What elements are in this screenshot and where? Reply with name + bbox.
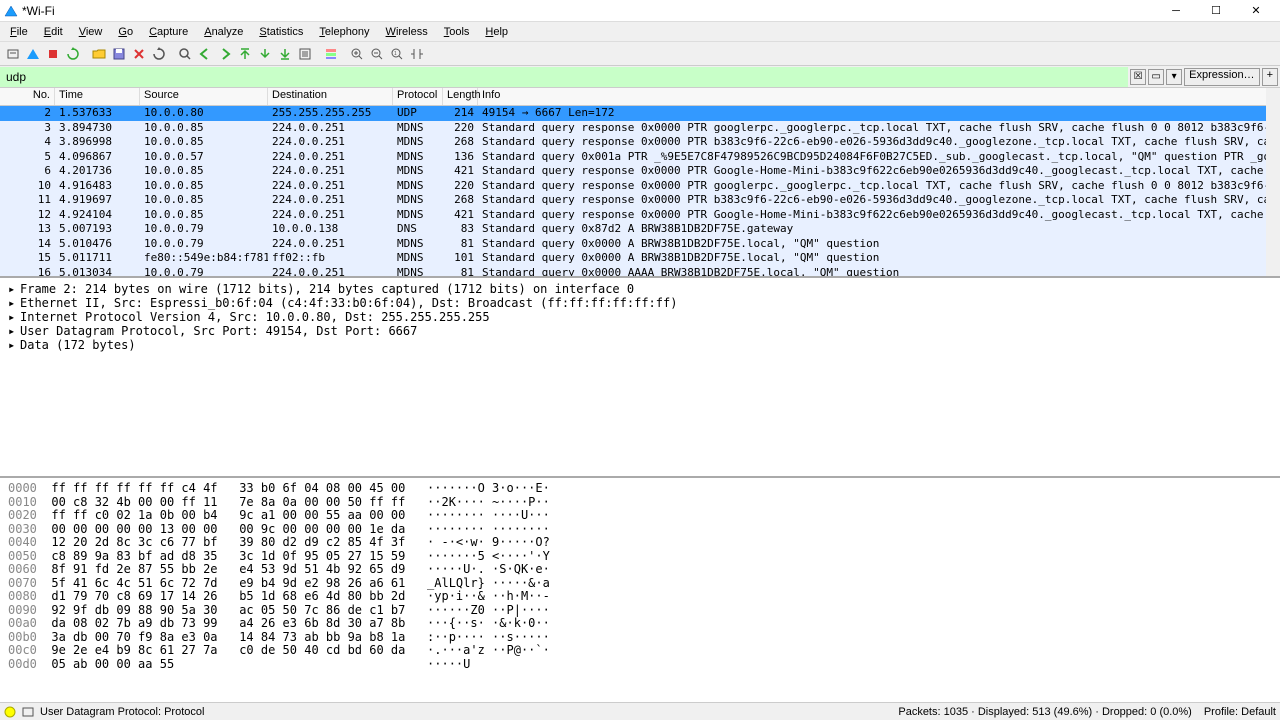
start-capture-icon[interactable]	[24, 45, 42, 63]
menu-capture[interactable]: Capture	[141, 24, 196, 40]
packet-list-header[interactable]: No. Time Source Destination Protocol Len…	[0, 88, 1280, 106]
packet-details-pane[interactable]: ▸Frame 2: 214 bytes on wire (1712 bits),…	[0, 278, 1280, 478]
hex-line[interactable]: 0040 12 20 2d 8c 3c c6 77 bf 39 80 d2 d9…	[8, 536, 1272, 550]
column-time[interactable]: Time	[55, 88, 140, 105]
detail-tree-item[interactable]: ▸Internet Protocol Version 4, Src: 10.0.…	[8, 310, 1272, 324]
detail-tree-item[interactable]: ▸Ethernet II, Src: Espressi_b0:6f:04 (c4…	[8, 296, 1272, 310]
packet-list-pane: No. Time Source Destination Protocol Len…	[0, 88, 1280, 278]
menu-file[interactable]: File	[2, 24, 36, 40]
column-source[interactable]: Source	[140, 88, 268, 105]
menu-wireless[interactable]: Wireless	[378, 24, 436, 40]
packet-row[interactable]: 124.92410410.0.0.85224.0.0.251MDNS421Sta…	[0, 208, 1280, 223]
expert-info-icon[interactable]	[4, 706, 16, 718]
menu-analyze[interactable]: Analyze	[196, 24, 251, 40]
filter-dropdown-icon[interactable]: ▾	[1166, 69, 1182, 85]
hex-line[interactable]: 00d0 05 ab 00 00 aa 55 ·····U	[8, 658, 1272, 672]
close-file-icon[interactable]	[130, 45, 148, 63]
packet-row[interactable]: 33.89473010.0.0.85224.0.0.251MDNS220Stan…	[0, 121, 1280, 136]
close-button[interactable]: ✕	[1236, 1, 1276, 21]
packet-row[interactable]: 21.53763310.0.0.80255.255.255.255UDP2144…	[0, 106, 1280, 121]
packet-list-scrollbar[interactable]	[1266, 88, 1280, 276]
zoom-in-icon[interactable]	[348, 45, 366, 63]
reload-icon[interactable]	[150, 45, 168, 63]
auto-scroll-icon[interactable]	[296, 45, 314, 63]
minimize-button[interactable]: ─	[1156, 1, 1196, 21]
packet-row[interactable]: 64.20173610.0.0.85224.0.0.251MDNS421Stan…	[0, 164, 1280, 179]
packet-row[interactable]: 114.91969710.0.0.85224.0.0.251MDNS268Sta…	[0, 193, 1280, 208]
menu-go[interactable]: Go	[110, 24, 141, 40]
open-file-icon[interactable]	[90, 45, 108, 63]
column-info[interactable]: Info	[478, 88, 1280, 105]
hex-line[interactable]: 0070 5f 41 6c 4c 51 6c 72 7d e9 b4 9d e2…	[8, 577, 1272, 591]
packet-row[interactable]: 145.01047610.0.0.79224.0.0.251MDNS81Stan…	[0, 237, 1280, 252]
menu-telephony[interactable]: Telephony	[311, 24, 377, 40]
display-filter-input[interactable]	[0, 67, 1128, 87]
status-profile[interactable]: Profile: Default	[1204, 706, 1276, 718]
maximize-button[interactable]: ☐	[1196, 1, 1236, 21]
packet-bytes-pane[interactable]: 0000 ff ff ff ff ff ff c4 4f 33 b0 6f 04…	[0, 478, 1280, 675]
hex-line[interactable]: 0090 92 9f db 09 88 90 5a 30 ac 05 50 7c…	[8, 604, 1272, 618]
prev-icon[interactable]	[196, 45, 214, 63]
packet-row[interactable]: 135.00719310.0.0.7910.0.0.138DNS83Standa…	[0, 222, 1280, 237]
status-text: User Datagram Protocol: Protocol	[40, 706, 204, 718]
next-icon[interactable]	[216, 45, 234, 63]
window-title: *Wi-Fi	[22, 4, 1156, 18]
toolbar: 1	[0, 42, 1280, 66]
status-packets: Packets: 1035 · Displayed: 513 (49.6%) ·…	[898, 706, 1191, 718]
capture-file-icon[interactable]	[22, 706, 34, 718]
hex-line[interactable]: 0050 c8 89 9a 83 bf ad d8 35 3c 1d 0f 95…	[8, 550, 1272, 564]
detail-tree-item[interactable]: ▸Data (172 bytes)	[8, 338, 1272, 352]
stop-capture-icon[interactable]	[44, 45, 62, 63]
hex-line[interactable]: 0030 00 00 00 00 00 13 00 00 00 9c 00 00…	[8, 523, 1272, 537]
expression-button[interactable]: Expression…	[1184, 68, 1259, 86]
hex-line[interactable]: 0020 ff ff c0 02 1a 0b 00 b4 9c a1 00 00…	[8, 509, 1272, 523]
hex-line[interactable]: 00a0 da 08 02 7b a9 db 73 99 a4 26 e3 6b…	[8, 617, 1272, 631]
hex-line[interactable]: 0010 00 c8 32 4b 00 00 ff 11 7e 8a 0a 00…	[8, 496, 1272, 510]
menu-tools[interactable]: Tools	[436, 24, 478, 40]
app-icon	[4, 4, 18, 18]
menu-statistics[interactable]: Statistics	[251, 24, 311, 40]
column-protocol[interactable]: Protocol	[393, 88, 443, 105]
jump-last-icon[interactable]	[276, 45, 294, 63]
hex-line[interactable]: 0080 d1 79 70 c8 69 17 14 26 b5 1d 68 e6…	[8, 590, 1272, 604]
column-destination[interactable]: Destination	[268, 88, 393, 105]
restart-capture-icon[interactable]	[64, 45, 82, 63]
zoom-reset-icon[interactable]: 1	[388, 45, 406, 63]
packet-row[interactable]: 43.89699810.0.0.85224.0.0.251MDNS268Stan…	[0, 135, 1280, 150]
menu-edit[interactable]: Edit	[36, 24, 71, 40]
save-file-icon[interactable]	[110, 45, 128, 63]
zoom-out-icon[interactable]	[368, 45, 386, 63]
packet-row[interactable]: 104.91648310.0.0.85224.0.0.251MDNS220Sta…	[0, 179, 1280, 194]
interfaces-icon[interactable]	[4, 45, 22, 63]
jump-first-icon[interactable]	[236, 45, 254, 63]
find-icon[interactable]	[176, 45, 194, 63]
menu-view[interactable]: View	[71, 24, 111, 40]
menu-help[interactable]: Help	[477, 24, 516, 40]
packet-row[interactable]: 155.011711fe80::549e:b84:f781…ff02::fbMD…	[0, 251, 1280, 266]
menubar: FileEditViewGoCaptureAnalyzeStatisticsTe…	[0, 22, 1280, 42]
filter-clear-button[interactable]: ☒	[1130, 69, 1146, 85]
hex-line[interactable]: 00b0 3a db 00 70 f9 8a e3 0a 14 84 73 ab…	[8, 631, 1272, 645]
jump-to-icon[interactable]	[256, 45, 274, 63]
column-no[interactable]: No.	[0, 88, 55, 105]
detail-tree-item[interactable]: ▸User Datagram Protocol, Src Port: 49154…	[8, 324, 1272, 338]
filter-apply-button[interactable]: ▭	[1148, 69, 1164, 85]
statusbar: User Datagram Protocol: Protocol Packets…	[0, 702, 1280, 720]
filter-bar: ☒ ▭ ▾ Expression… +	[0, 66, 1280, 88]
packet-row[interactable]: 165.01303410.0.0.79224.0.0.251MDNS81Stan…	[0, 266, 1280, 279]
resize-columns-icon[interactable]	[408, 45, 426, 63]
add-filter-button[interactable]: +	[1262, 68, 1278, 86]
hex-line[interactable]: 0000 ff ff ff ff ff ff c4 4f 33 b0 6f 04…	[8, 482, 1272, 496]
svg-text:1: 1	[394, 51, 397, 57]
column-length[interactable]: Length	[443, 88, 478, 105]
hex-line[interactable]: 0060 8f 91 fd 2e 87 55 bb 2e e4 53 9d 51…	[8, 563, 1272, 577]
packet-row[interactable]: 54.09686710.0.0.57224.0.0.251MDNS136Stan…	[0, 150, 1280, 165]
detail-tree-item[interactable]: ▸Frame 2: 214 bytes on wire (1712 bits),…	[8, 282, 1272, 296]
hex-line[interactable]: 00c0 9e 2e e4 b9 8c 61 27 7a c0 de 50 40…	[8, 644, 1272, 658]
colorize-icon[interactable]	[322, 45, 340, 63]
titlebar: *Wi-Fi ─ ☐ ✕	[0, 0, 1280, 22]
